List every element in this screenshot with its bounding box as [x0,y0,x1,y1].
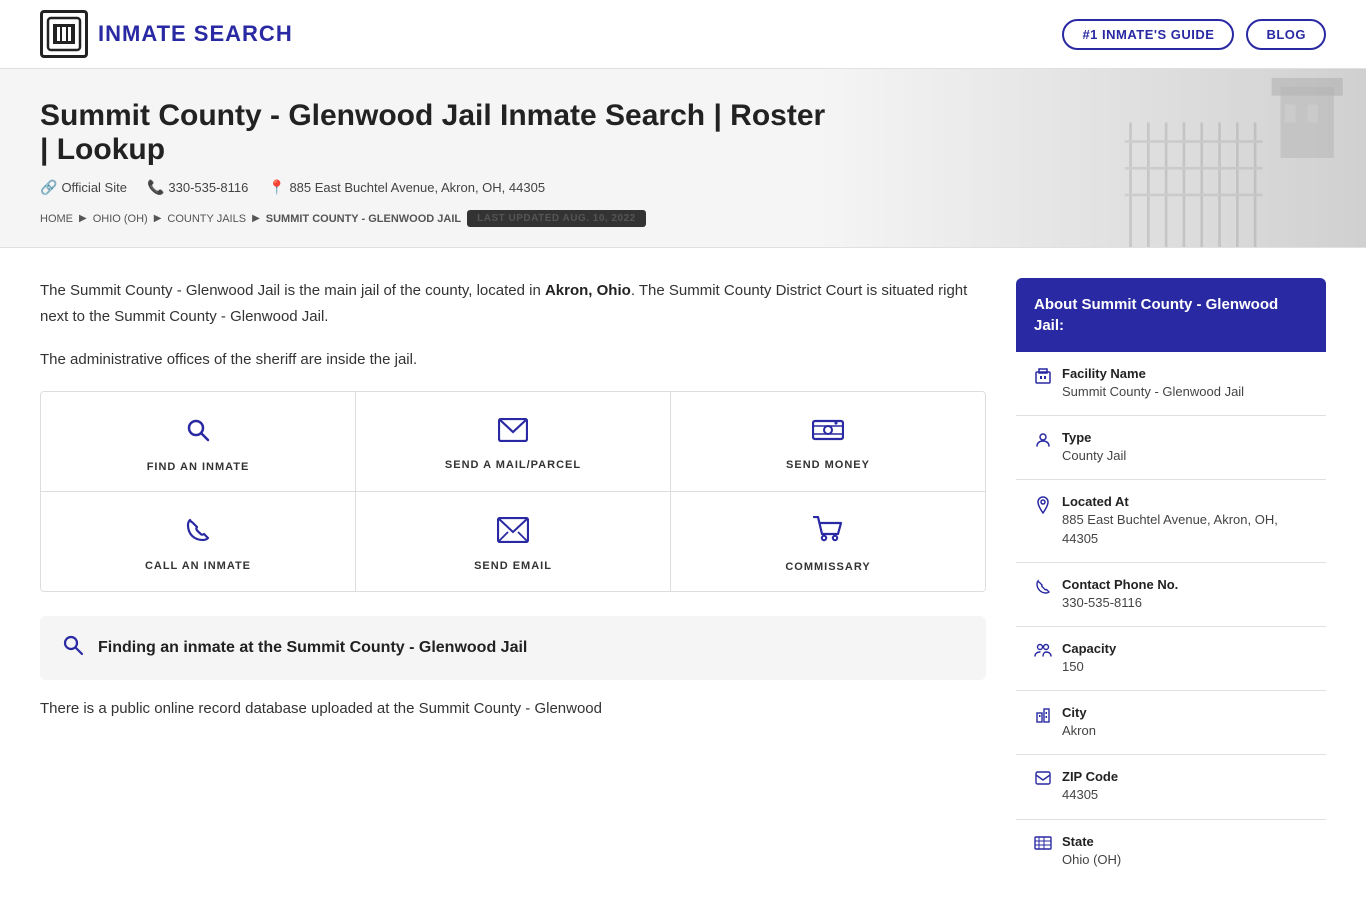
breadcrumb-ohio[interactable]: OHIO (OH) [93,213,148,225]
phone-icon: 📞 [147,179,164,196]
find-inmate-section: Finding an inmate at the Summit County -… [40,616,986,680]
hero-meta: 🔗 Official Site 📞 330-535-8116 📍 885 Eas… [40,179,1326,196]
phone-link[interactable]: 📞 330-535-8116 [147,179,248,196]
send-email-label: SEND EMAIL [474,560,552,572]
info-row-location: Located At 885 East Buchtel Avenue, Akro… [1016,480,1326,562]
info-row-facility-name: Facility Name Summit County - Glenwood J… [1016,352,1326,416]
info-row-capacity: Capacity 150 [1016,627,1326,691]
action-grid: FIND AN INMATE SEND A MAIL/PARCEL [40,391,986,592]
capacity-content: Capacity 150 [1062,641,1116,676]
capacity-label: Capacity [1062,641,1116,656]
facility-name-value: Summit County - Glenwood Jail [1062,383,1244,401]
phone-label: Contact Phone No. [1062,577,1178,592]
zip-icon [1034,771,1052,790]
type-icon [1034,432,1052,453]
zip-content: ZIP Code 44305 [1062,769,1118,804]
info-row-zip: ZIP Code 44305 [1016,755,1326,819]
logo-icon [40,10,88,58]
find-section-title: Finding an inmate at the Summit County -… [98,639,527,657]
send-money-icon [812,418,844,449]
zip-label: ZIP Code [1062,769,1118,784]
breadcrumb-current: SUMMIT COUNTY - GLENWOOD JAIL [266,213,461,225]
description-2: The administrative offices of the sherif… [40,347,986,373]
city-icon [1034,707,1052,728]
inmates-guide-button[interactable]: #1 INMATE'S GUIDE [1062,19,1234,50]
header-nav: #1 INMATE'S GUIDE BLOG [1062,19,1326,50]
location-pin-icon [1034,496,1052,519]
sidebar: About Summit County - Glenwood Jail: Fac… [1016,278,1326,883]
breadcrumb: HOME ▶ OHIO (OH) ▶ COUNTY JAILS ▶ SUMMIT… [40,210,1326,227]
main-layout: The Summit County - Glenwood Jail is the… [0,248,1366,913]
last-updated-badge: LAST UPDATED AUG. 10, 2022 [467,210,646,227]
breadcrumb-sep-3: ▶ [252,213,260,224]
contact-phone-icon [1034,579,1052,600]
find-section-icon [62,634,84,662]
phone-value: 330-535-8116 [1062,594,1178,612]
state-icon [1034,836,1052,855]
find-inmate-icon [184,416,212,451]
call-inmate-label: CALL AN INMATE [145,560,251,572]
facility-name-content: Facility Name Summit County - Glenwood J… [1062,366,1244,401]
commissary-label: COMMISSARY [785,561,870,573]
info-row-phone: Contact Phone No. 330-535-8116 [1016,563,1326,627]
page-title: Summit County - Glenwood Jail Inmate Sea… [40,99,840,167]
state-value: Ohio (OH) [1062,851,1121,869]
hero-section: Summit County - Glenwood Jail Inmate Sea… [0,69,1366,248]
commissary-icon [813,516,843,551]
send-mail-cell[interactable]: SEND A MAIL/PARCEL [356,392,671,491]
main-content: The Summit County - Glenwood Jail is the… [40,278,986,883]
phone-content: Contact Phone No. 330-535-8116 [1062,577,1178,612]
location-label: Located At [1062,494,1308,509]
action-row-2: CALL AN INMATE SEND EMAIL [41,492,985,591]
type-value: County Jail [1062,447,1126,465]
breadcrumb-sep-2: ▶ [154,213,162,224]
info-row-type: Type County Jail [1016,416,1326,480]
city-value: Akron [1062,722,1096,740]
send-email-icon [497,517,529,550]
capacity-value: 150 [1062,658,1116,676]
link-icon: 🔗 [40,179,57,196]
official-site-link[interactable]: 🔗 Official Site [40,179,127,196]
location-value: 885 East Buchtel Avenue, Akron, OH, 4430… [1062,511,1308,547]
send-mail-label: SEND A MAIL/PARCEL [445,459,581,471]
location-icon: 📍 [268,179,285,195]
breadcrumb-county-jails[interactable]: COUNTY JAILS [167,213,246,225]
send-money-label: SEND MONEY [786,459,870,471]
action-row-1: FIND AN INMATE SEND A MAIL/PARCEL [41,392,985,492]
commissary-cell[interactable]: COMMISSARY [671,492,985,591]
logo-text: INMATE SEARCH [98,21,293,47]
send-money-cell[interactable]: SEND MONEY [671,392,985,491]
call-inmate-icon [185,517,211,550]
call-inmate-cell[interactable]: CALL AN INMATE [41,492,356,591]
breadcrumb-home[interactable]: HOME [40,213,73,225]
sidebar-header: About Summit County - Glenwood Jail: [1016,278,1326,352]
send-email-cell[interactable]: SEND EMAIL [356,492,671,591]
info-row-city: City Akron [1016,691,1326,755]
logo-area: INMATE SEARCH [40,10,293,58]
zip-value: 44305 [1062,786,1118,804]
find-inmate-label: FIND AN INMATE [147,461,250,473]
type-label: Type [1062,430,1126,445]
breadcrumb-sep-1: ▶ [79,213,87,224]
facility-name-label: Facility Name [1062,366,1244,381]
facility-name-icon [1034,368,1052,389]
find-inmate-cell[interactable]: FIND AN INMATE [41,392,356,491]
city-label: City [1062,705,1096,720]
send-mail-icon [498,418,528,449]
info-row-state: State Ohio (OH) [1016,820,1326,883]
blog-button[interactable]: BLOG [1246,19,1326,50]
type-content: Type County Jail [1062,430,1126,465]
description-1: The Summit County - Glenwood Jail is the… [40,278,986,329]
sidebar-card: About Summit County - Glenwood Jail: Fac… [1016,278,1326,883]
header: INMATE SEARCH #1 INMATE'S GUIDE BLOG [0,0,1366,69]
capacity-icon [1034,643,1052,662]
sidebar-body: Facility Name Summit County - Glenwood J… [1016,352,1326,883]
state-label: State [1062,834,1121,849]
address-meta: 📍 885 East Buchtel Avenue, Akron, OH, 44… [268,179,545,196]
state-content: State Ohio (OH) [1062,834,1121,869]
city-content: City Akron [1062,705,1096,740]
public-record-text: There is a public online record database… [40,696,986,722]
location-content: Located At 885 East Buchtel Avenue, Akro… [1062,494,1308,547]
